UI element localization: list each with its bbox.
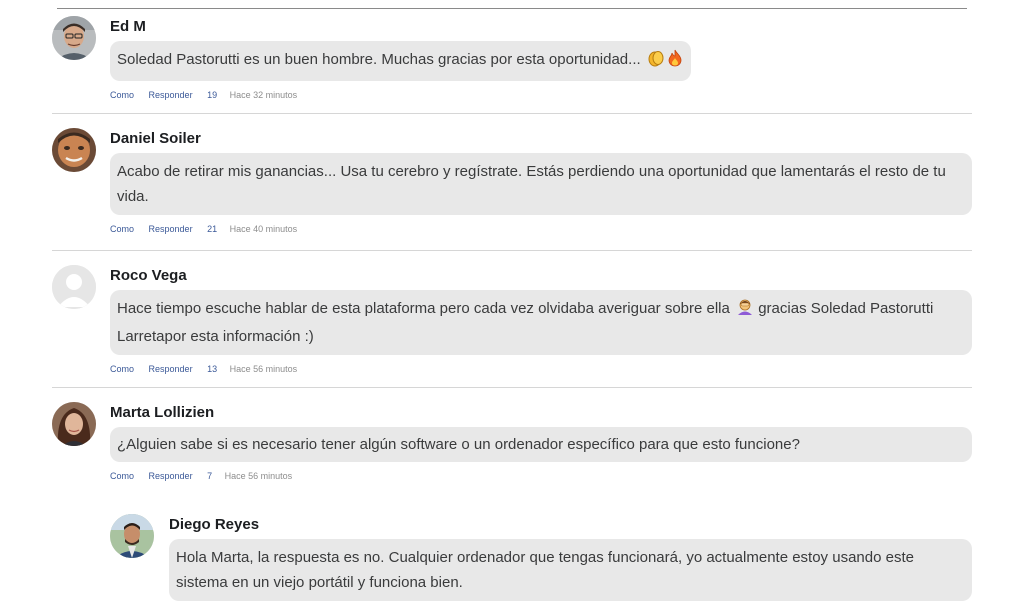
comment-text: Soledad Pastorutti es un buen hombre. Mu… bbox=[117, 51, 641, 68]
avatar[interactable] bbox=[52, 16, 96, 60]
comment-bubble: Soledad Pastorutti es un buen hombre. Mu… bbox=[110, 41, 691, 81]
like-count: 13 bbox=[207, 364, 218, 374]
default-avatar-icon[interactable] bbox=[52, 265, 96, 309]
comment-text: Acabo de retirar mis ganancias... Usa tu… bbox=[117, 163, 946, 205]
like-count: 7 bbox=[207, 471, 213, 481]
comment-author[interactable]: Ed M bbox=[110, 18, 691, 36]
reply-link[interactable]: Responder bbox=[149, 364, 193, 374]
comment-divider bbox=[52, 113, 972, 114]
avatar[interactable] bbox=[52, 128, 96, 172]
avatar[interactable] bbox=[52, 402, 96, 446]
comment-bubble: ¿Alguien sabe si es necesario tener algú… bbox=[110, 427, 972, 462]
reply-bubble: Hola Marta, la respuesta es no. Cualquie… bbox=[169, 539, 972, 601]
reply-link[interactable]: Responder bbox=[149, 224, 193, 234]
top-divider bbox=[57, 8, 967, 9]
reply-text: Hola Marta, la respuesta es no. Cualquie… bbox=[176, 549, 914, 591]
reply-link[interactable]: Responder bbox=[149, 471, 193, 481]
clapping-hands-icon bbox=[647, 49, 665, 75]
like-link[interactable]: Como bbox=[110, 90, 134, 100]
like-count: 21 bbox=[207, 224, 218, 234]
comment-divider bbox=[52, 250, 972, 251]
comment-time: Hace 56 minutos bbox=[224, 471, 293, 481]
comment-time: Hace 56 minutos bbox=[229, 364, 298, 374]
comment-actions: Como Responder 7 Hace 56 minutos bbox=[110, 470, 972, 482]
reply-link[interactable]: Responder bbox=[149, 90, 193, 100]
comment-text-start: Hace tiempo escuche hablar de esta plata… bbox=[117, 300, 730, 317]
reply-author[interactable]: Diego Reyes bbox=[169, 516, 972, 534]
comment-actions: Como Responder 13 Hace 56 minutos bbox=[110, 363, 972, 375]
comment-time: Hace 40 minutos bbox=[229, 224, 298, 234]
person-facepalming-icon bbox=[736, 298, 754, 324]
comment-actions: Como Responder 21 Hace 40 minutos bbox=[110, 223, 972, 235]
fire-icon bbox=[667, 49, 683, 75]
comments-page: Ed M Soledad Pastorutti es un buen hombr… bbox=[0, 0, 1024, 605]
comment-text: ¿Alguien sabe si es necesario tener algú… bbox=[117, 436, 800, 453]
comment-time: Hace 32 minutos bbox=[229, 90, 298, 100]
comment-actions: Como Responder 19 Hace 32 minutos bbox=[110, 89, 691, 101]
comment-author[interactable]: Marta Lollizien bbox=[110, 404, 972, 422]
comment-author[interactable]: Daniel Soiler bbox=[110, 130, 972, 148]
avatar[interactable] bbox=[110, 514, 154, 558]
like-link[interactable]: Como bbox=[110, 224, 134, 234]
comment-divider bbox=[52, 387, 972, 388]
like-link[interactable]: Como bbox=[110, 364, 134, 374]
comment-bubble: Hace tiempo escuche hablar de esta plata… bbox=[110, 290, 972, 355]
comment-bubble: Acabo de retirar mis ganancias... Usa tu… bbox=[110, 153, 972, 215]
comment-author[interactable]: Roco Vega bbox=[110, 267, 972, 285]
like-link[interactable]: Como bbox=[110, 471, 134, 481]
like-count: 19 bbox=[207, 90, 218, 100]
